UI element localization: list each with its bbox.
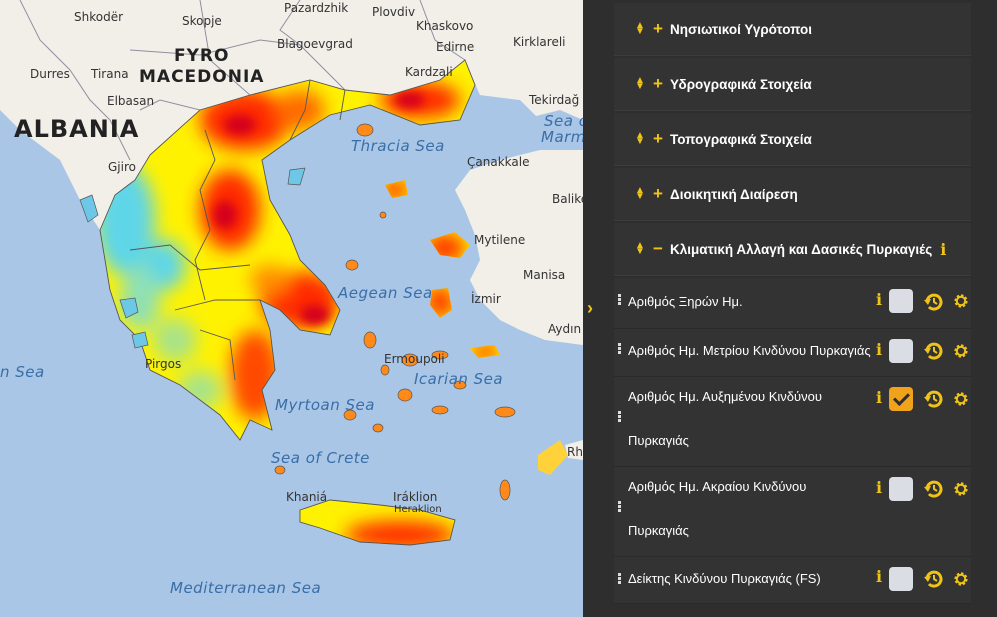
label-gjiro: Gjiro bbox=[108, 160, 136, 174]
settings-gear-icon[interactable] bbox=[953, 391, 969, 407]
label-tirana: Tirana bbox=[91, 67, 129, 81]
label-khaskovo: Khaskovo bbox=[416, 19, 474, 33]
layer-checkbox[interactable] bbox=[889, 477, 913, 501]
layer-name-line2: Πυρκαγιάς bbox=[628, 523, 689, 538]
layer-name: Αριθμός Ξηρών Ημ. bbox=[628, 294, 743, 309]
panel-collapse-chevron-icon[interactable]: › bbox=[587, 298, 603, 318]
drag-handle-icon[interactable] bbox=[618, 343, 621, 355]
layer-name-line1: Αριθμός Ημ. Αυξημένου Κινδύνου bbox=[628, 389, 822, 404]
label-manisa: Manisa bbox=[523, 268, 566, 282]
info-icon[interactable]: i bbox=[876, 567, 882, 586]
label-ermoupoli: Ermoupoli bbox=[384, 352, 445, 366]
layer-name-line2: Πυρκαγιάς bbox=[628, 433, 689, 448]
label-myrtoan-sea: Myrtoan Sea bbox=[275, 396, 375, 414]
section-administrative[interactable]: ▲ ▼ + Διοικητική Διαίρεση bbox=[614, 168, 971, 221]
label-aydin: Aydın bbox=[548, 322, 582, 336]
label-chania: Khaniá bbox=[286, 490, 328, 504]
label-macedonia: MACEDONIA bbox=[139, 67, 265, 87]
history-icon[interactable] bbox=[923, 340, 945, 362]
layer-checkbox[interactable] bbox=[889, 567, 913, 591]
label-blagoevgrad: Blagoevgrad bbox=[277, 37, 353, 51]
settings-gear-icon[interactable] bbox=[953, 481, 969, 497]
label-icarian-sea: Icarian Sea bbox=[414, 370, 504, 388]
layer-row: Αριθμός Ξηρών Ημ. i bbox=[614, 278, 971, 329]
map-view[interactable]: Shkodër Skopje Pazardzhik Plovdiv Khasko… bbox=[0, 0, 583, 617]
layer-row: Αριθμός Ημ. Αυξημένου Κινδύνου Πυρκαγιάς… bbox=[614, 377, 971, 467]
map-canvas bbox=[0, 0, 583, 546]
layer-checkbox[interactable] bbox=[889, 289, 913, 313]
history-icon[interactable] bbox=[923, 388, 945, 410]
section-title: Κλιματική Αλλαγή και Δασικές Πυρκαγιές bbox=[670, 241, 933, 257]
label-durres: Durres bbox=[30, 67, 70, 81]
expand-plus-icon[interactable]: + bbox=[652, 74, 664, 94]
info-icon[interactable]: i bbox=[940, 240, 946, 259]
label-sea-of-marmara-2: Marma bbox=[541, 128, 583, 146]
layer-row: Αριθμός Ημ. Μετρίου Κινδύνου Πυρκαγιάς i bbox=[614, 329, 971, 377]
label-iraklion: Iráklion bbox=[393, 490, 438, 504]
label-fyro: FYRO bbox=[174, 46, 230, 66]
label-rhodes: Rh bbox=[567, 445, 583, 459]
label-kardzali: Kardzali bbox=[405, 65, 453, 79]
sort-arrows-icon[interactable]: ▲ ▼ bbox=[634, 131, 646, 147]
label-edirne: Edirne bbox=[436, 40, 475, 54]
label-sea-of-crete: Sea of Crete bbox=[271, 449, 370, 467]
section-title: Τοπογραφικά Στοιχεία bbox=[670, 131, 812, 147]
settings-gear-icon[interactable] bbox=[953, 343, 969, 359]
info-icon[interactable]: i bbox=[876, 388, 882, 407]
layer-name-line1: Αριθμός Ημ. Ακραίου Κινδύνου bbox=[628, 479, 807, 494]
section-climate-fires[interactable]: ▲ ▼ − Κλιματική Αλλαγή και Δασικές Πυρκαγ… bbox=[614, 223, 971, 276]
history-icon[interactable] bbox=[923, 478, 945, 500]
layer-checkbox[interactable] bbox=[889, 387, 913, 411]
info-icon[interactable]: i bbox=[876, 478, 882, 497]
drag-handle-icon[interactable] bbox=[618, 411, 621, 423]
label-balike: Balike bbox=[552, 192, 583, 206]
section-title: Νησιωτικοί Υγρότοποι bbox=[670, 21, 813, 37]
label-pirgos: Pirgos bbox=[145, 357, 182, 371]
expand-plus-icon[interactable]: + bbox=[652, 184, 664, 204]
expand-plus-icon[interactable]: + bbox=[652, 129, 664, 149]
label-elbasan: Elbasan bbox=[107, 94, 155, 108]
label-heraklion: Heraklion bbox=[394, 504, 442, 515]
sort-arrows-icon[interactable]: ▲ ▼ bbox=[634, 186, 646, 202]
sort-arrows-icon[interactable]: ▲ ▼ bbox=[634, 21, 646, 37]
section-title: Διοικητική Διαίρεση bbox=[670, 186, 798, 202]
history-icon[interactable] bbox=[923, 291, 945, 313]
section-title: Υδρογραφικά Στοιχεία bbox=[670, 76, 812, 92]
layer-checkbox[interactable] bbox=[889, 339, 913, 363]
sort-arrows-icon[interactable]: ▲ ▼ bbox=[634, 241, 646, 257]
label-albania: ALBANIA bbox=[14, 115, 140, 143]
label-plovdiv: Plovdiv bbox=[372, 5, 416, 19]
label-mediterranean-sea: Mediterranean Sea bbox=[170, 579, 322, 597]
label-pazardzhik: Pazardzhik bbox=[284, 1, 349, 15]
drag-handle-icon[interactable] bbox=[618, 573, 621, 585]
history-icon[interactable] bbox=[923, 568, 945, 590]
section-island-wetlands[interactable]: ▲ ▼ + Νησιωτικοί Υγρότοποι bbox=[614, 3, 971, 56]
drag-handle-icon[interactable] bbox=[618, 294, 621, 306]
layer-name: Δείκτης Κινδύνου Πυρκαγιάς (FS) bbox=[628, 571, 821, 586]
sort-arrows-icon[interactable]: ▲ ▼ bbox=[634, 76, 646, 92]
label-izmir: İzmir bbox=[471, 292, 501, 306]
label-ionian-sea: n Sea bbox=[0, 363, 45, 381]
layer-name: Αριθμός Ημ. Μετρίου Κινδύνου Πυρκαγιάς bbox=[628, 343, 871, 358]
label-thracian-sea: Thracia Sea bbox=[351, 137, 445, 155]
expand-plus-icon[interactable]: + bbox=[652, 19, 664, 39]
settings-gear-icon[interactable] bbox=[953, 571, 969, 587]
label-tekirdag: Tekirdağ bbox=[529, 93, 580, 107]
info-icon[interactable]: i bbox=[876, 340, 882, 359]
label-canakkale: Çanakkale bbox=[467, 155, 530, 169]
label-skopje: Skopje bbox=[182, 14, 222, 28]
collapse-minus-icon[interactable]: − bbox=[652, 239, 664, 259]
settings-gear-icon[interactable] bbox=[953, 293, 969, 309]
label-kirklareli: Kirklareli bbox=[513, 35, 566, 49]
layer-row: Δείκτης Κινδύνου Πυρκαγιάς (FS) i bbox=[614, 557, 971, 604]
label-aegean-sea: Aegean Sea bbox=[338, 284, 433, 302]
section-hydrographic[interactable]: ▲ ▼ + Υδρογραφικά Στοιχεία bbox=[614, 58, 971, 111]
info-icon[interactable]: i bbox=[876, 290, 882, 309]
label-mytilene: Mytilene bbox=[474, 233, 526, 247]
drag-handle-icon[interactable] bbox=[618, 501, 621, 513]
label-shkoder: Shkodër bbox=[74, 10, 124, 24]
layer-row: Αριθμός Ημ. Ακραίου Κινδύνου Πυρκαγιάς i bbox=[614, 467, 971, 557]
section-topographic[interactable]: ▲ ▼ + Τοπογραφικά Στοιχεία bbox=[614, 113, 971, 166]
